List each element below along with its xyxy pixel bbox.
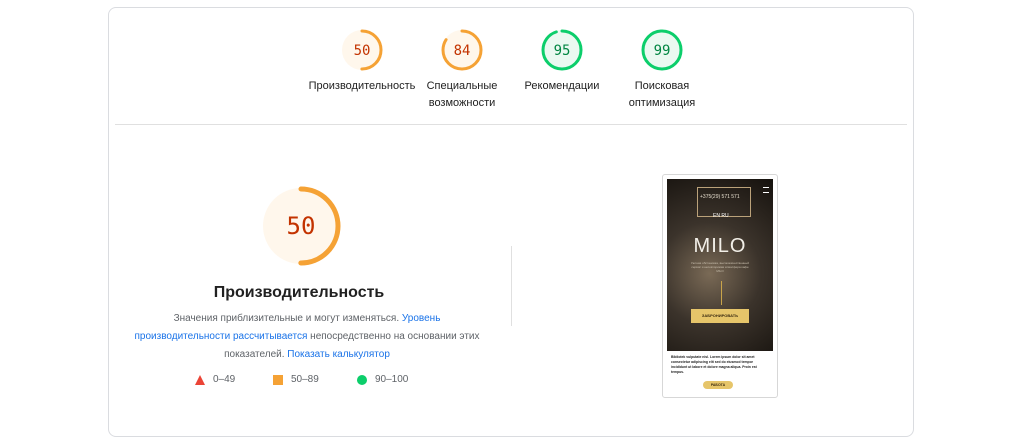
gauge-label-line2: оптимизация <box>628 97 696 109</box>
preview-second-button: РАБОТА <box>703 381 733 389</box>
gauge-ring: 84 <box>441 29 483 71</box>
section-divider <box>115 124 907 125</box>
show-calculator-link[interactable]: Показать калькулятор <box>287 349 390 360</box>
performance-big-gauge: 50 <box>261 186 341 266</box>
preview-title: MILO <box>693 235 747 257</box>
gauge-label-line2: возможности <box>428 97 496 109</box>
category-gauges: 50 Производительность 84 Специальные воз… <box>109 28 913 128</box>
preview-paragraph: Bibliotek vulputate nisl. Lorem ipsum do… <box>671 355 757 374</box>
legend-fail: 0–49 <box>195 374 235 385</box>
performance-title: Производительность <box>213 284 385 301</box>
gauge-ring: 99 <box>641 29 683 71</box>
gauge-score: 99 <box>654 43 671 59</box>
gauge-score: 50 <box>354 43 371 59</box>
preview-subtitle: Уютная обстановка, высококачественный се… <box>690 261 750 273</box>
gauge-score: 95 <box>554 43 571 59</box>
performance-score: 50 <box>287 212 316 240</box>
preview-book-button: ЗАБРОНИРОВАТЬ <box>691 309 749 323</box>
gauge-ring: 95 <box>541 29 583 71</box>
preview-lang: EN RU <box>713 213 729 219</box>
performance-description: Значения приблизительные и могут изменят… <box>134 313 480 360</box>
legend-average: 50–89 <box>273 374 319 385</box>
hamburger-icon <box>763 187 769 193</box>
gauge-label-line1: Поисковая <box>634 80 690 92</box>
red-triangle-icon <box>195 374 205 385</box>
gauge-ring: 50 <box>341 29 383 71</box>
lighthouse-report-card: 50 Производительность 84 Специальные воз… <box>108 7 914 437</box>
legend-pass: 90–100 <box>357 374 408 385</box>
final-screenshot-preview[interactable]: +375(29) 571 571 EN RU MILO Уютная обста… <box>662 174 778 398</box>
vertical-divider <box>511 246 512 326</box>
preview-phone: +375(29) 571 571 <box>700 194 740 200</box>
gauge-seo[interactable]: 99 Поисковая оптимизация <box>597 28 727 112</box>
green-circle-icon <box>357 374 367 385</box>
preview-hero: +375(29) 571 571 EN RU MILO Уютная обста… <box>667 179 773 351</box>
gauge-score: 84 <box>454 43 471 59</box>
preview-gold-line <box>721 281 722 305</box>
orange-square-icon <box>273 374 283 385</box>
